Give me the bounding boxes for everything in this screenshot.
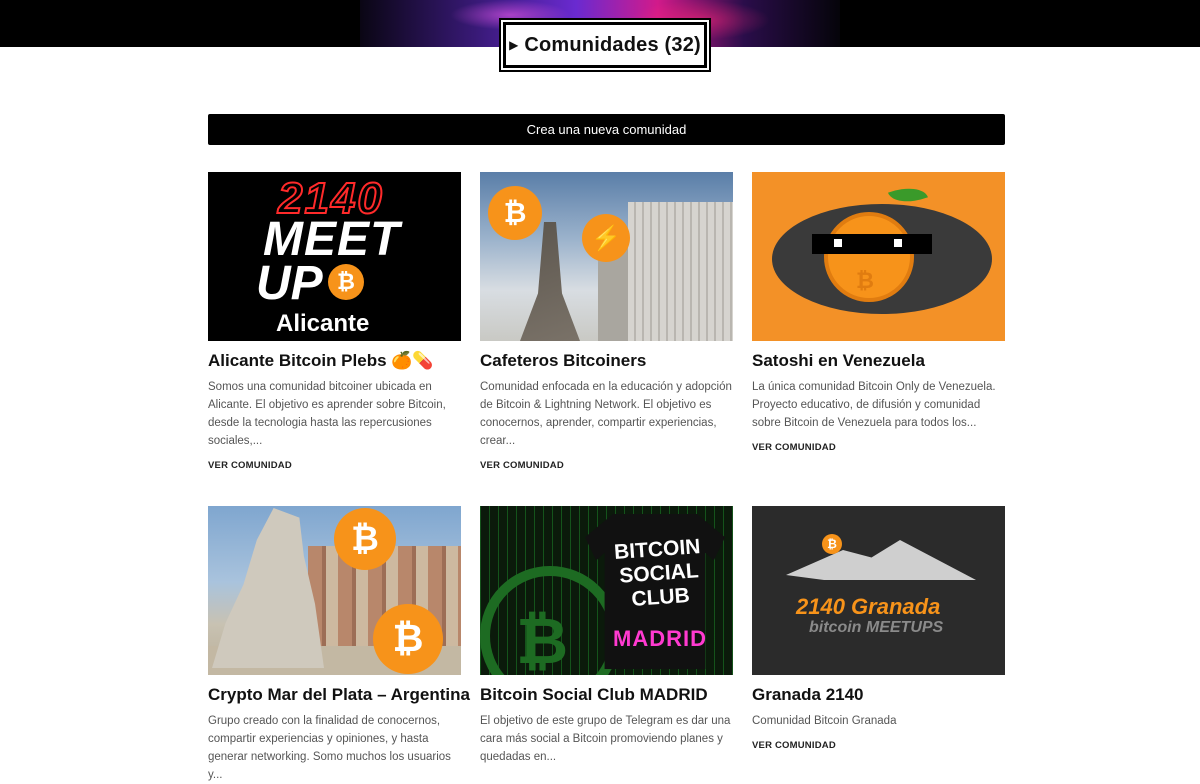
community-image[interactable]: ₿ — [752, 172, 1005, 341]
bitcoin-icon: ₿ — [328, 264, 364, 300]
view-community-link[interactable]: VER COMUNIDAD — [208, 460, 292, 471]
shirt-city-text: MADRID — [613, 626, 707, 651]
community-description: El objetivo de este grupo de Telegram es… — [480, 715, 731, 763]
image-text: UP — [256, 257, 323, 310]
community-description: Comunidad enfocada en la educación y ado… — [480, 381, 732, 447]
view-community-link[interactable]: VER COMUNIDAD — [480, 460, 564, 471]
community-title[interactable]: Crypto Mar del Plata – Argentina — [208, 685, 470, 705]
building-shape — [628, 202, 733, 341]
create-community-button[interactable]: Crea una nueva comunidad — [208, 114, 1005, 145]
mountain-logo — [786, 540, 976, 580]
community-title[interactable]: Cafeteros Bitcoiners — [480, 351, 733, 371]
community-image[interactable]: ₿ ⚡ — [480, 172, 733, 341]
community-image[interactable]: ₿ BITCOIN SOCIAL CLUB MADRID — [480, 506, 733, 675]
image-text: 2140 Granada — [796, 594, 941, 619]
community-image[interactable]: ₿ 2140 Granada bitcoin MEETUPS — [752, 506, 1005, 675]
community-image[interactable]: ₿ ₿ — [208, 506, 461, 675]
community-card-granada: ₿ 2140 Granada bitcoin MEETUPS Granada 2… — [752, 506, 1005, 753]
bitcoin-icon: ₿ — [856, 268, 874, 293]
community-card-cafeteros: ₿ ⚡ Cafeteros Bitcoiners Comunidad enfoc… — [480, 172, 733, 473]
community-card-alicante: 2140 MEET UP ₿ Alicante Alicante Bitcoin… — [208, 172, 461, 473]
bitcoin-icon: ₿ — [516, 605, 569, 675]
community-title[interactable]: Alicante Bitcoin Plebs 🍊💊 — [208, 351, 461, 371]
community-card-satoshi-venezuela: ₿ Satoshi en Venezuela La única comunida… — [752, 172, 1005, 455]
community-description: La única comunidad Bitcoin Only de Venez… — [752, 381, 996, 429]
community-description: Somos una comunidad bitcoiner ubicada en… — [208, 381, 446, 447]
community-title[interactable]: Granada 2140 — [752, 685, 1005, 705]
community-description: Grupo creado con la finalidad de conocer… — [208, 715, 451, 781]
community-title[interactable]: Satoshi en Venezuela — [752, 351, 1005, 371]
section-title-badge: ▶ Comunidades (32) — [501, 20, 709, 70]
pixel-sunglasses-icon — [812, 234, 932, 254]
bitcoin-icon: ₿ — [334, 508, 396, 570]
community-description: Comunidad Bitcoin Granada — [752, 715, 897, 727]
image-text: bitcoin MEETUPS — [809, 619, 944, 636]
view-community-link[interactable]: VER COMUNIDAD — [752, 740, 836, 751]
community-image[interactable]: 2140 MEET UP ₿ Alicante — [208, 172, 461, 341]
lightning-icon: ⚡ — [582, 214, 630, 262]
view-community-link[interactable]: VER COMUNIDAD — [752, 442, 836, 453]
play-icon: ▶ — [509, 38, 519, 52]
bitcoin-icon: ₿ — [373, 604, 443, 674]
image-text: Alicante — [276, 310, 370, 337]
bitcoin-icon: ₿ — [488, 186, 542, 240]
shirt-text: BITCOIN SOCIAL CLUB — [613, 535, 702, 611]
sea-lion-statue — [212, 508, 324, 668]
community-card-mar-del-plata: ₿ ₿ Crypto Mar del Plata – Argentina Gru… — [208, 506, 470, 784]
section-title: Comunidades (32) — [524, 33, 701, 56]
bitcoin-icon: ₿ — [822, 534, 842, 554]
community-title[interactable]: Bitcoin Social Club MADRID — [480, 685, 733, 705]
statue-shape — [520, 222, 580, 341]
community-card-bitcoin-social-club: ₿ BITCOIN SOCIAL CLUB MADRID Bitcoin Soc… — [480, 506, 733, 766]
